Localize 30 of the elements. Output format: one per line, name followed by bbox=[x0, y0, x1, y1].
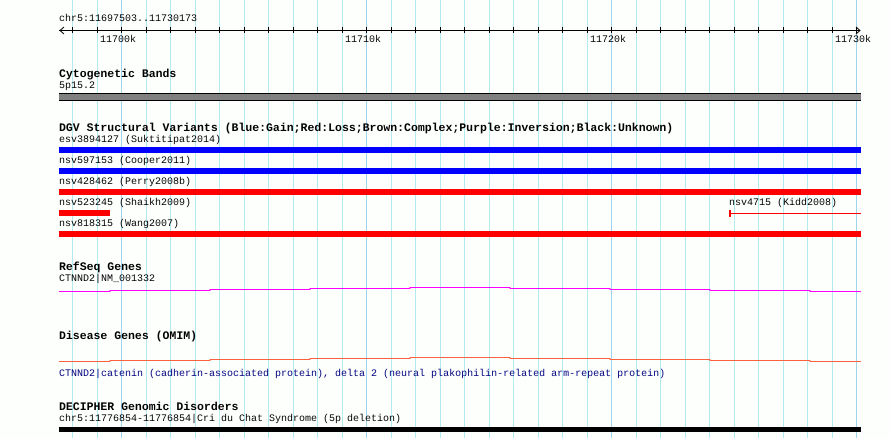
variant-label: nsv428462 (Perry2008b) bbox=[59, 177, 192, 188]
variant-bar[interactable] bbox=[59, 210, 110, 216]
disorder-label: chr5:11776854-11776854|Cri du Chat Syndrome (5p deletion) bbox=[59, 414, 402, 425]
coordinate-range: chr5:11697503..11730173 bbox=[59, 14, 198, 25]
gene-model[interactable] bbox=[59, 287, 861, 292]
gene-label: CTNND2|NM_001332 bbox=[59, 274, 156, 285]
variant-label: esv3894127 (Suktitipat2014) bbox=[59, 135, 222, 146]
track-title: Cytogenetic Bands bbox=[59, 69, 176, 81]
variant-bar[interactable] bbox=[59, 147, 861, 153]
track-title: DECIPHER Genomic Disorders bbox=[59, 402, 238, 414]
variant-line[interactable] bbox=[729, 210, 861, 217]
gene-model[interactable] bbox=[59, 357, 861, 362]
track-title: Disease Genes (OMIM) bbox=[59, 331, 198, 343]
track-title: DGV Structural Variants (Blue:Gain;Red:Loss;Brown:Complex;Purple:Inversion;Black:Unknown) bbox=[59, 123, 674, 135]
variant-label: nsv4715 (Kidd2008) bbox=[729, 198, 838, 209]
ruler-label: 11730k bbox=[835, 35, 872, 46]
disorder-bar[interactable] bbox=[59, 427, 861, 432]
variant-label: nsv597153 (Cooper2011) bbox=[59, 156, 192, 167]
band-label: 5p15.2 bbox=[59, 81, 96, 92]
variant-label: nsv818315 (Wang2007) bbox=[59, 219, 180, 230]
disease-gene-link[interactable]: CTNND2|catenin (cadherin-associated protein), delta 2 (neural plakophilin-related arm-repeat protein) bbox=[59, 369, 666, 380]
track-title: RefSeq Genes bbox=[59, 262, 142, 274]
variant-bar[interactable] bbox=[59, 231, 861, 237]
ruler-label: 11710k bbox=[345, 35, 382, 46]
ruler-label: 11700k bbox=[100, 35, 136, 46]
variant-bar[interactable] bbox=[59, 168, 861, 174]
ruler-label: 11720k bbox=[590, 35, 626, 46]
chromosome-band[interactable] bbox=[59, 93, 861, 101]
variant-label: nsv523245 (Shaikh2009) bbox=[59, 198, 192, 209]
variant-bar[interactable] bbox=[59, 189, 861, 195]
